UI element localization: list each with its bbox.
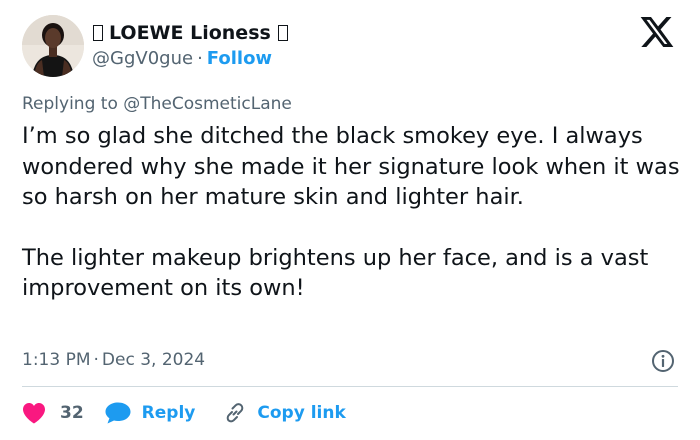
emoji-placeholder-icon bbox=[277, 25, 288, 41]
tweet-text: I’m so glad she ditched the black smokey… bbox=[22, 121, 682, 304]
reply-label: Reply bbox=[141, 403, 196, 423]
author-handle[interactable]: @GgV0gue bbox=[92, 48, 193, 69]
tweet-paragraph: The lighter makeup brightens up her face… bbox=[22, 244, 649, 302]
copy-link-label: Copy link bbox=[257, 403, 346, 423]
reply-context: Replying to @TheCosmeticLane bbox=[22, 93, 292, 115]
copy-link-button[interactable]: Copy link bbox=[223, 401, 346, 425]
speech-bubble-icon bbox=[105, 402, 131, 424]
like-button[interactable]: 32 bbox=[22, 402, 104, 424]
timestamp[interactable]: 1:13 PM · Dec 3, 2024 bbox=[22, 349, 205, 371]
avatar-image bbox=[22, 15, 84, 77]
tweet-paragraph: I’m so glad she ditched the black smokey… bbox=[22, 123, 680, 210]
replying-prefix: Replying to bbox=[22, 94, 118, 114]
author-display-name[interactable]: LOEWE Lioness bbox=[92, 21, 288, 45]
avatar[interactable] bbox=[22, 15, 84, 77]
replying-mention[interactable]: @TheCosmeticLane bbox=[123, 94, 292, 114]
info-icon[interactable] bbox=[651, 349, 675, 373]
heart-icon bbox=[23, 403, 45, 424]
reply-button[interactable]: Reply bbox=[104, 401, 224, 425]
tweet-card: LOEWE Lioness @GgV0gue · Follow Replying t… bbox=[0, 0, 700, 440]
emoji-placeholder-icon bbox=[93, 25, 103, 41]
display-name-text: LOEWE Lioness bbox=[109, 22, 271, 44]
tweet-time: 1:13 PM bbox=[22, 350, 91, 370]
action-bar: 32 Reply Copy link bbox=[22, 400, 346, 426]
timestamp-separator: · bbox=[93, 350, 99, 370]
divider bbox=[22, 386, 678, 387]
handle-separator: · bbox=[197, 48, 203, 69]
handle-row: @GgV0gue · Follow bbox=[92, 47, 288, 71]
author-block: LOEWE Lioness @GgV0gue · Follow bbox=[92, 21, 288, 71]
link-icon bbox=[227, 403, 244, 423]
x-logo-icon[interactable] bbox=[640, 17, 674, 47]
like-count: 32 bbox=[60, 403, 84, 423]
tweet-date: Dec 3, 2024 bbox=[101, 350, 206, 370]
follow-button[interactable]: Follow bbox=[207, 48, 272, 69]
